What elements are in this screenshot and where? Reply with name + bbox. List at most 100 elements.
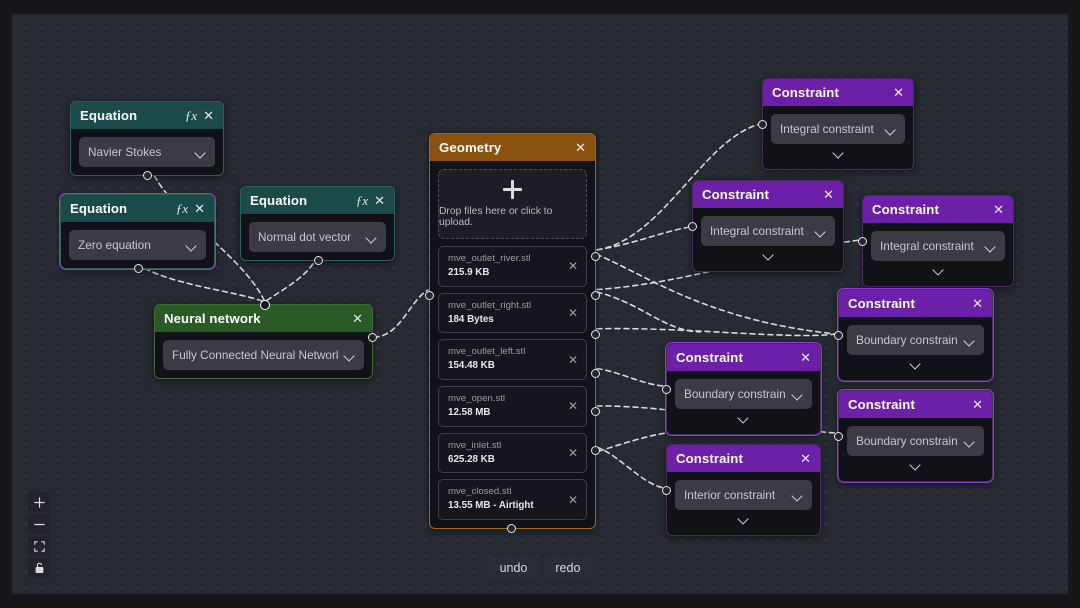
- expand-toggle[interactable]: [847, 355, 984, 372]
- remove-file-icon[interactable]: ✕: [568, 494, 578, 506]
- expand-toggle[interactable]: [675, 409, 812, 426]
- output-port[interactable]: [314, 256, 323, 265]
- expand-toggle[interactable]: [701, 246, 835, 263]
- fx-icon[interactable]: ƒx: [185, 109, 197, 122]
- node-header[interactable]: Equation ƒx ✕: [71, 102, 223, 129]
- remove-file-icon[interactable]: ✕: [568, 400, 578, 412]
- equation-select[interactable]: Zero equation: [69, 230, 206, 260]
- output-port[interactable]: [368, 333, 377, 342]
- close-icon[interactable]: ✕: [352, 312, 363, 325]
- file-item[interactable]: mve_outlet_river.stl 215.9 KB ✕: [438, 246, 587, 287]
- node-constraint-integral-top[interactable]: Constraint ✕ Integral constraint: [762, 78, 914, 170]
- node-header[interactable]: Constraint ✕: [667, 445, 820, 472]
- file-item[interactable]: mve_outlet_left.stl 154.48 KB ✕: [438, 339, 587, 380]
- close-icon[interactable]: ✕: [203, 109, 214, 122]
- node-constraint-integral-mid[interactable]: Constraint ✕ Integral constraint: [692, 180, 844, 272]
- equation-select[interactable]: Navier Stokes: [79, 137, 215, 167]
- expand-toggle[interactable]: [847, 456, 984, 473]
- close-icon[interactable]: ✕: [823, 188, 834, 201]
- undo-button[interactable]: undo: [489, 556, 539, 580]
- close-icon[interactable]: ✕: [800, 452, 811, 465]
- node-header[interactable]: Constraint ✕: [839, 290, 992, 317]
- constraint-select-value: Interior constraint: [684, 488, 786, 502]
- close-icon[interactable]: ✕: [893, 86, 904, 99]
- node-header[interactable]: Constraint ✕: [839, 391, 992, 418]
- output-port-bottom[interactable]: [507, 524, 516, 533]
- input-port[interactable]: [834, 331, 843, 340]
- close-icon[interactable]: ✕: [575, 141, 586, 154]
- expand-toggle[interactable]: [675, 510, 812, 527]
- node-geometry[interactable]: Geometry ✕ Drop files here or click to u…: [429, 133, 596, 529]
- input-port[interactable]: [260, 300, 270, 310]
- lock-icon: [34, 562, 45, 574]
- constraint-select[interactable]: Integral constraint: [871, 231, 1005, 261]
- close-icon[interactable]: ✕: [194, 202, 205, 215]
- file-dropzone[interactable]: Drop files here or click to upload.: [438, 169, 587, 239]
- node-constraint-boundary-right-top[interactable]: Constraint ✕ Boundary constraint: [838, 289, 993, 381]
- node-header[interactable]: Equation ƒx ✕: [61, 195, 214, 222]
- output-port-file-1[interactable]: [591, 291, 600, 300]
- lock-button[interactable]: [28, 558, 50, 578]
- chevron-down-icon: [792, 391, 803, 398]
- close-icon[interactable]: ✕: [374, 194, 385, 207]
- node-body: Normal dot vector: [241, 214, 394, 260]
- output-port-file-5[interactable]: [591, 446, 600, 455]
- close-icon[interactable]: ✕: [972, 398, 983, 411]
- equation-select[interactable]: Normal dot vector: [249, 222, 386, 252]
- remove-file-icon[interactable]: ✕: [568, 307, 578, 319]
- input-port[interactable]: [834, 432, 843, 441]
- constraint-select[interactable]: Integral constraint: [771, 114, 905, 144]
- node-equation-navier-stokes[interactable]: Equation ƒx ✕ Navier Stokes: [70, 101, 224, 176]
- constraint-select[interactable]: Integral constraint: [701, 216, 835, 246]
- node-constraint-boundary-right-bottom[interactable]: Constraint ✕ Boundary constraint: [838, 390, 993, 482]
- remove-file-icon[interactable]: ✕: [568, 447, 578, 459]
- node-header[interactable]: Constraint ✕: [667, 344, 820, 371]
- redo-button[interactable]: redo: [544, 556, 591, 580]
- output-port[interactable]: [143, 171, 152, 180]
- node-neural-network[interactable]: Neural network ✕ Fully Connected Neural …: [154, 304, 373, 379]
- node-header[interactable]: Equation ƒx ✕: [241, 187, 394, 214]
- constraint-select[interactable]: Boundary constraint: [675, 379, 812, 409]
- node-header[interactable]: Geometry ✕: [430, 134, 595, 161]
- remove-file-icon[interactable]: ✕: [568, 354, 578, 366]
- file-item[interactable]: mve_open.stl 12.58 MB ✕: [438, 386, 587, 427]
- node-constraint-boundary-mid[interactable]: Constraint ✕ Boundary constraint: [666, 343, 821, 435]
- node-header[interactable]: Constraint ✕: [693, 181, 843, 208]
- input-port[interactable]: [662, 486, 671, 495]
- constraint-select[interactable]: Boundary constraint: [847, 325, 984, 355]
- input-port[interactable]: [858, 237, 867, 246]
- file-item[interactable]: mve_outlet_right.stl 184 Bytes ✕: [438, 293, 587, 334]
- output-port-file-2[interactable]: [591, 330, 600, 339]
- file-name: mve_open.stl: [448, 393, 558, 406]
- constraint-select[interactable]: Interior constraint: [675, 480, 812, 510]
- fx-icon[interactable]: ƒx: [356, 194, 368, 207]
- neural-network-select[interactable]: Fully Connected Neural Network: [163, 340, 364, 370]
- zoom-in-button[interactable]: [28, 492, 50, 512]
- close-icon[interactable]: ✕: [972, 297, 983, 310]
- remove-file-icon[interactable]: ✕: [568, 260, 578, 272]
- zoom-out-button[interactable]: [28, 514, 50, 534]
- node-header[interactable]: Constraint ✕: [763, 79, 913, 106]
- input-port[interactable]: [662, 385, 671, 394]
- node-header[interactable]: Constraint ✕: [863, 196, 1013, 223]
- file-item[interactable]: mve_inlet.stl 625.28 KB ✕: [438, 433, 587, 474]
- expand-toggle[interactable]: [771, 144, 905, 161]
- node-constraint-integral-right[interactable]: Constraint ✕ Integral constraint: [862, 195, 1014, 287]
- constraint-select[interactable]: Boundary constraint: [847, 426, 984, 456]
- input-port[interactable]: [688, 222, 697, 231]
- close-icon[interactable]: ✕: [993, 203, 1004, 216]
- close-icon[interactable]: ✕: [800, 351, 811, 364]
- output-port-file-3[interactable]: [591, 369, 600, 378]
- node-equation-normal-dot-vector[interactable]: Equation ƒx ✕ Normal dot vector: [240, 186, 395, 261]
- node-constraint-interior[interactable]: Constraint ✕ Interior constraint: [666, 444, 821, 536]
- output-port-file-4[interactable]: [591, 407, 600, 416]
- node-equation-zero[interactable]: Equation ƒx ✕ Zero equation: [60, 194, 215, 269]
- input-port[interactable]: [758, 120, 767, 129]
- file-item[interactable]: mve_closed.stl 13.55 MB - Airtight ✕: [438, 479, 587, 520]
- expand-toggle[interactable]: [871, 261, 1005, 278]
- input-port[interactable]: [425, 291, 434, 300]
- output-port-file-0[interactable]: [591, 252, 600, 261]
- fit-view-button[interactable]: [28, 536, 50, 556]
- fx-icon[interactable]: ƒx: [176, 202, 188, 215]
- output-port[interactable]: [134, 264, 143, 273]
